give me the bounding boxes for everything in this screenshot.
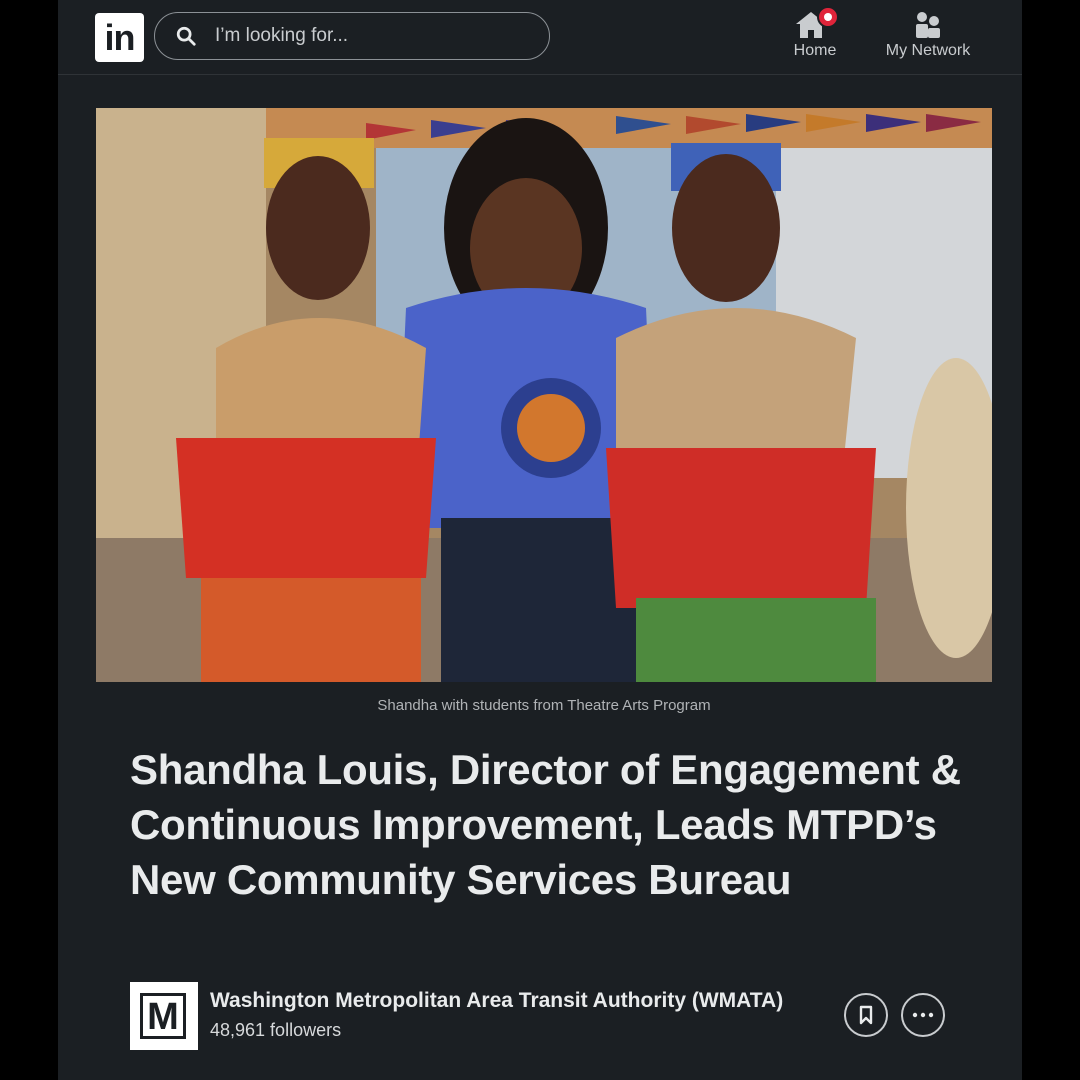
more-options-button[interactable] <box>901 993 945 1037</box>
search-bar[interactable] <box>154 12 550 60</box>
article-hero-image <box>96 108 992 682</box>
bookmark-icon <box>859 1005 873 1025</box>
nav-label-home: Home <box>793 42 837 59</box>
notification-badge-icon <box>817 6 839 28</box>
author-name[interactable]: Washington Metropolitan Area Transit Aut… <box>210 989 783 1013</box>
author-bar: M Washington Metropolitan Area Transit A… <box>130 982 950 1050</box>
article-headline: Shandha Louis, Director of Engagement & … <box>130 746 961 903</box>
nav-item-home[interactable]: Home <box>784 6 846 68</box>
author-followers: 48,961 followers <box>210 1020 342 1040</box>
people-icon <box>916 12 940 38</box>
search-input[interactable] <box>213 24 517 48</box>
app-window: in Home <box>58 0 1022 1080</box>
top-navigation-bar: in Home <box>58 0 1022 75</box>
ellipsis-icon <box>912 1012 934 1018</box>
save-button[interactable] <box>844 993 888 1037</box>
nav-label-my-network: My Network <box>885 42 971 59</box>
search-icon <box>176 26 196 46</box>
author-logo[interactable]: M <box>130 982 198 1050</box>
image-caption: Shandha with students from Theatre Arts … <box>377 697 711 714</box>
nav-item-my-network[interactable]: My Network <box>876 8 980 68</box>
wmata-logo-icon: M <box>140 993 186 1039</box>
linkedin-logo-icon[interactable]: in <box>95 13 144 62</box>
photo-illustration <box>96 108 992 682</box>
